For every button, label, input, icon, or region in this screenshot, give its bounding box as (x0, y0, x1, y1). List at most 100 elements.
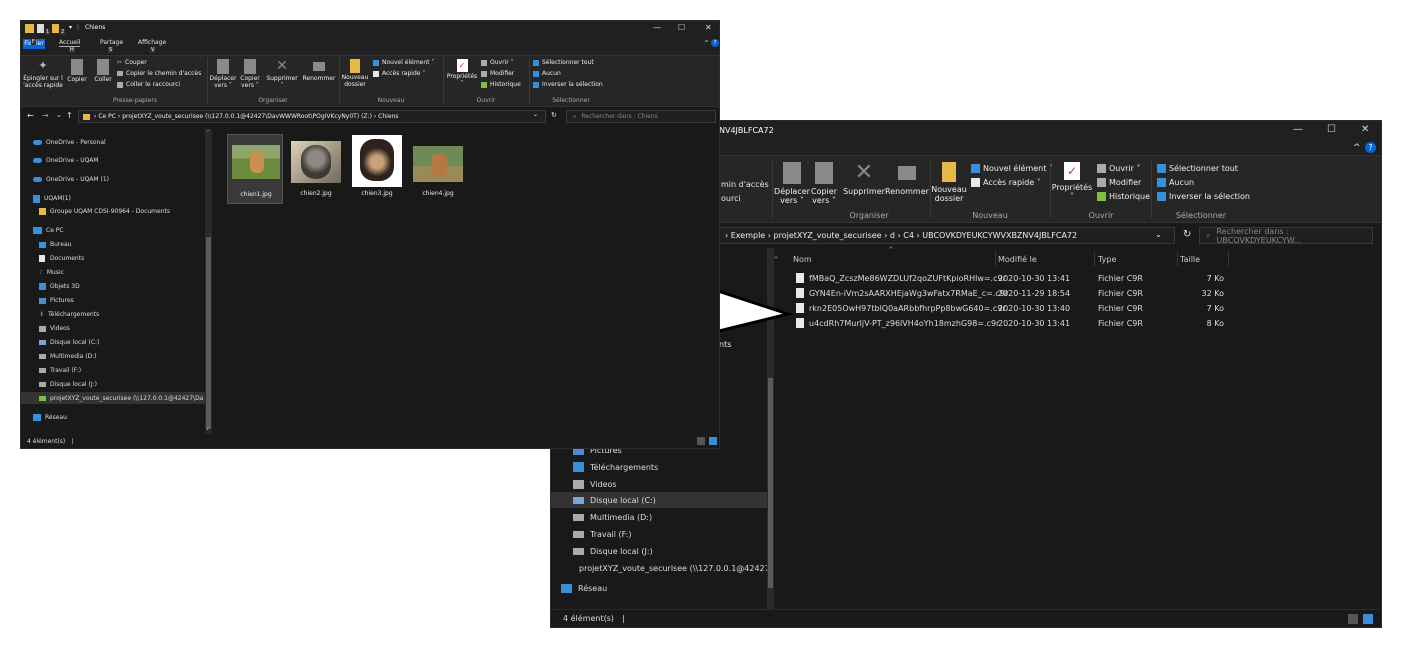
select-all-button[interactable]: Sélectionner tout (533, 59, 594, 66)
nav-network[interactable]: Réseau (551, 580, 767, 596)
column-header-modified[interactable]: Modifié le (998, 255, 1037, 264)
open-button[interactable]: Ouvrir ˅ (1097, 164, 1140, 173)
tab-affichage[interactable]: Affichage (138, 39, 166, 46)
select-none-button[interactable]: Aucun (533, 70, 561, 77)
nav-disk-f[interactable]: Travail (F:) (551, 526, 767, 542)
nav-videos[interactable]: Videos (21, 323, 205, 334)
table-row[interactable]: GYN4En-iVm2sAARXHEjaWg3wFatx7RMaE_c=.c9r… (782, 287, 1242, 301)
delete-button[interactable]: ✕ Supprimer ˅ (265, 59, 299, 90)
nav-bureau[interactable]: Bureau (21, 239, 205, 250)
up-icon[interactable]: ↑ (66, 111, 73, 120)
forward-icon[interactable]: → (42, 111, 49, 120)
paste-shortcut-button[interactable]: Coller le raccourci (117, 81, 180, 88)
nav-music[interactable]: ♪ Music (21, 267, 205, 278)
quick-access-button[interactable]: Accès rapide ˅ (373, 70, 425, 77)
nav-scrollbar[interactable]: ^ v (205, 129, 212, 435)
new-folder-button[interactable]: Nouveau dossier (931, 162, 967, 203)
minimize-icon[interactable]: — (653, 23, 661, 32)
nav-objets-3d[interactable]: Objets 3D (21, 281, 205, 292)
file-tile[interactable]: chien1.jpg (227, 134, 283, 204)
invert-selection-button[interactable]: Inverser la sélection (1157, 192, 1250, 201)
move-to-button[interactable]: Déplacer vers ˅ (209, 59, 237, 90)
table-row[interactable]: rkn2E05OwH97tblQ0aARbbfhrpPp8bwG640=.c9r… (782, 302, 1242, 316)
nav-disk-c[interactable]: Disque local (C:) (21, 337, 205, 348)
nav-disk-d[interactable]: Multimedia (D:) (21, 351, 205, 362)
delete-button[interactable]: ✕ Supprimer (843, 162, 885, 197)
copy-path-button[interactable]: Copier le chemin d'accès (117, 70, 201, 77)
copy-path-label[interactable]: min d'accès (721, 180, 769, 189)
crumb-c4[interactable]: C4 (903, 231, 914, 240)
maximize-icon[interactable]: ☐ (678, 23, 685, 32)
edit-button[interactable]: Modifier (1097, 178, 1141, 187)
copy-to-button[interactable]: Copier vers ˅ (809, 162, 839, 205)
nav-disk-c[interactable]: Disque local (C:) (551, 492, 767, 508)
new-item-button[interactable]: Nouvel élément ˅ (373, 59, 434, 66)
nav-onedrive-personal[interactable]: OneDrive - Personal (21, 137, 205, 148)
nav-onedrive-uqam-1[interactable]: OneDrive - UQAM (1) (21, 174, 205, 185)
nav-downloads[interactable]: ⬇ Téléchargements (21, 309, 205, 320)
copy-to-button[interactable]: Copier vers ˅ (237, 59, 263, 90)
minimize-icon[interactable]: — (1293, 124, 1303, 135)
nav-pictures[interactable]: Pictures (21, 295, 205, 306)
file-tile[interactable]: chien3.jpg (349, 134, 405, 204)
customize-quick-access-icon[interactable]: ▾ (69, 24, 72, 31)
tab-partage[interactable]: Partage (100, 39, 123, 46)
close-icon[interactable]: ✕ (1361, 124, 1369, 135)
new-item-button[interactable]: Nouvel élément ˅ (971, 164, 1053, 173)
close-icon[interactable]: ✕ (705, 23, 712, 32)
select-all-button[interactable]: Sélectionner tout (1157, 164, 1238, 173)
breadcrumb[interactable]: › Ce PC › projetXYZ_voute_securisee (\\1… (78, 110, 546, 123)
crumb-d[interactable]: d (890, 231, 895, 240)
collapse-ribbon-icon[interactable]: ^ (704, 40, 709, 47)
pin-quick-access-button[interactable]: ✦ Épingler sur l 'accès rapide (23, 59, 63, 90)
column-header-type[interactable]: Type (1098, 255, 1116, 264)
nav-onedrive-uqam[interactable]: OneDrive - UQAM (21, 155, 205, 166)
recent-locations-icon[interactable]: ⌄ (56, 111, 62, 119)
cut-button[interactable]: ✂ Couper (117, 59, 147, 66)
details-view-icon[interactable] (1348, 614, 1358, 624)
paste-button[interactable]: Coller (91, 59, 115, 84)
nav-downloads[interactable]: Téléchargements (551, 459, 767, 475)
refresh-icon[interactable]: ↻ (1183, 229, 1191, 240)
crumb-vault-drive[interactable]: projetXYZ_voute_securisee (\\127.0.0.1@4… (122, 113, 372, 120)
large-icons-view-icon[interactable] (1363, 614, 1373, 624)
large-icons-view-icon[interactable] (709, 437, 717, 445)
properties-button[interactable]: ✓ Propriétés ˅ (1052, 162, 1092, 201)
help-icon[interactable]: ? (1365, 142, 1376, 153)
copy-button[interactable]: Copier (65, 59, 89, 84)
search-input[interactable]: ⌕ Rechercher dans : UBCOVKDYEUKCYW... (1199, 227, 1373, 245)
edit-button[interactable]: Modifier (481, 70, 514, 77)
crumb-chiens[interactable]: Chiens (378, 113, 398, 120)
column-header-size[interactable]: Taille (1180, 255, 1200, 264)
nav-ce-pc[interactable]: Ce PC (21, 225, 205, 236)
nav-disk-f[interactable]: Travail (F:) (21, 365, 205, 376)
crumb-current[interactable]: UBCOVKDYEUKCYWVXBZNV4JBLFCA72 (922, 231, 1077, 240)
nav-network[interactable]: Réseau (21, 412, 205, 423)
table-row[interactable]: fMBaQ_ZcszMe86WZDLUf2qoZUFtKpioRHlw=.c9r… (782, 272, 1242, 286)
invert-selection-button[interactable]: Inverser la sélection (533, 81, 603, 88)
search-input[interactable]: ⌕ Rechercher dans : Chiens (566, 110, 716, 123)
maximize-icon[interactable]: ☐ (1327, 124, 1336, 135)
new-folder-button[interactable]: Nouveau dossier (341, 59, 369, 89)
properties-button[interactable]: ✓ Propriétés ˅ (445, 59, 479, 88)
quick-access-button[interactable]: Accès rapide ˅ (971, 178, 1041, 187)
nav-disk-j[interactable]: Disque local (J:) (21, 379, 205, 390)
nav-vault-drive[interactable]: projetXYZ_voute_securisee (\\127.0.0.1@4… (551, 560, 767, 576)
rename-button[interactable]: Renommer (301, 59, 337, 83)
nav-scrollbar-thumb[interactable] (768, 378, 773, 588)
back-icon[interactable]: ← (27, 111, 34, 120)
refresh-icon[interactable]: ↻ (551, 111, 557, 119)
new-folder-quick-icon[interactable] (52, 24, 59, 33)
address-dropdown-icon[interactable]: ⌄ (1155, 230, 1162, 239)
column-header-name[interactable]: Nom (793, 255, 812, 264)
crumb-ce-pc[interactable]: Ce PC (98, 113, 116, 120)
address-dropdown-icon[interactable]: ⌄ (533, 111, 538, 118)
help-icon[interactable]: ? (711, 39, 719, 47)
properties-quick-icon[interactable] (37, 24, 44, 33)
nav-vault-drive[interactable]: projetXYZ_voute_securisee (\\127.0.0.1@4… (21, 392, 205, 404)
rename-button[interactable]: Renommer (885, 162, 929, 196)
nav-uqam1[interactable]: UQAM(1) (21, 193, 205, 204)
select-none-button[interactable]: Aucun (1157, 178, 1194, 187)
file-tile[interactable]: chien4.jpg (410, 134, 466, 204)
tab-accueil[interactable]: Accueil (59, 39, 81, 47)
